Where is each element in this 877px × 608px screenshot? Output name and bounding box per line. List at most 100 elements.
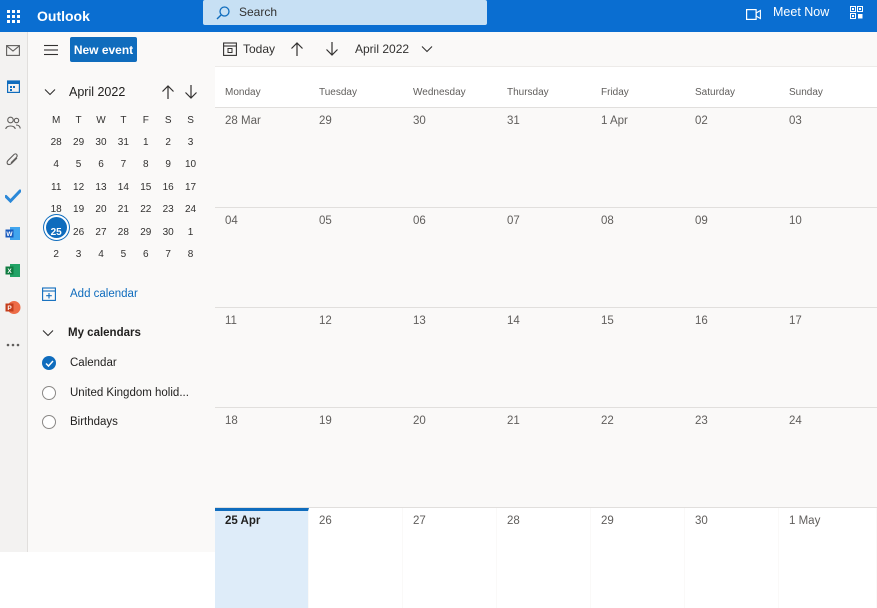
day-cell[interactable]: 30 (403, 108, 497, 208)
meet-now-button[interactable]: Meet Now (773, 5, 829, 19)
mini-calendar-day[interactable]: 5 (67, 159, 89, 170)
mini-calendar-day[interactable]: 16 (157, 182, 179, 193)
my-calendars-group[interactable]: My calendars (42, 324, 141, 342)
mini-calendar-day[interactable]: 1 (135, 137, 157, 148)
day-cell[interactable]: 18 (215, 408, 309, 508)
mini-calendar-day[interactable]: 28 (112, 227, 134, 238)
todo-icon[interactable] (4, 187, 22, 205)
mini-calendar-day[interactable]: 24 (179, 204, 201, 215)
mini-calendar-day[interactable]: 10 (179, 159, 201, 170)
mini-calendar-day[interactable]: 4 (45, 159, 67, 170)
mini-calendar-day[interactable]: 26 (67, 227, 89, 238)
search-box[interactable]: Search (203, 0, 487, 25)
day-cell-today[interactable]: 25 Apr (215, 508, 309, 608)
day-cell[interactable]: 20 (403, 408, 497, 508)
mini-calendar-day[interactable]: 20 (90, 204, 112, 215)
mini-calendar-day[interactable]: 7 (112, 159, 134, 170)
mini-calendar-day[interactable]: 12 (67, 182, 89, 193)
checked-circle-icon[interactable] (42, 356, 56, 370)
month-picker[interactable]: April 2022 (355, 42, 433, 56)
day-cell[interactable]: 04 (215, 208, 309, 308)
day-cell[interactable]: 13 (403, 308, 497, 408)
mini-calendar-day[interactable]: 31 (112, 137, 134, 148)
unchecked-circle-icon[interactable] (42, 386, 56, 400)
day-cell[interactable]: 09 (685, 208, 779, 308)
day-cell[interactable]: 17 (779, 308, 877, 408)
day-cell[interactable]: 07 (497, 208, 591, 308)
day-cell[interactable]: 10 (779, 208, 877, 308)
unchecked-circle-icon[interactable] (42, 415, 56, 429)
mini-calendar-day[interactable]: 17 (179, 182, 201, 193)
mini-calendar-day[interactable]: 29 (67, 137, 89, 148)
mini-calendar-month[interactable]: April 2022 (69, 85, 125, 99)
powerpoint-icon[interactable]: P (4, 298, 22, 316)
day-cell[interactable]: 12 (309, 308, 403, 408)
day-cell[interactable]: 31 (497, 108, 591, 208)
day-cell[interactable]: 28 (497, 508, 591, 608)
mini-calendar-day[interactable]: 22 (135, 204, 157, 215)
day-cell[interactable]: 03 (779, 108, 877, 208)
mini-calendar-day[interactable]: 21 (112, 204, 134, 215)
mini-calendar-day[interactable]: 2 (45, 249, 67, 260)
calendar-icon[interactable] (4, 77, 22, 95)
mini-calendar-day[interactable]: 14 (112, 182, 134, 193)
qr-code-icon[interactable] (850, 6, 863, 19)
mini-calendar-day[interactable]: 3 (67, 249, 89, 260)
mini-calendar-day[interactable]: 9 (157, 159, 179, 170)
arrow-down-icon[interactable] (184, 84, 198, 100)
mini-calendar-day[interactable]: 7 (157, 249, 179, 260)
mini-calendar-day[interactable]: 30 (90, 137, 112, 148)
excel-icon[interactable]: X (4, 261, 22, 279)
hamburger-menu-icon[interactable] (44, 44, 58, 56)
day-cell[interactable]: 11 (215, 308, 309, 408)
day-cell[interactable]: 23 (685, 408, 779, 508)
day-cell[interactable]: 24 (779, 408, 877, 508)
day-cell[interactable]: 19 (309, 408, 403, 508)
mini-calendar-day[interactable]: 29 (135, 227, 157, 238)
people-icon[interactable] (4, 114, 22, 132)
mini-calendar-today[interactable]: 25 (45, 216, 67, 238)
day-cell[interactable]: 30 (685, 508, 779, 608)
mini-calendar-day[interactable]: 5 (112, 249, 134, 260)
day-cell[interactable]: 21 (497, 408, 591, 508)
app-launcher-button[interactable] (0, 0, 26, 32)
day-cell[interactable]: 22 (591, 408, 685, 508)
word-icon[interactable]: W (4, 224, 22, 242)
day-cell[interactable]: 16 (685, 308, 779, 408)
day-cell[interactable]: 26 (309, 508, 403, 608)
mini-calendar-day[interactable]: 11 (45, 182, 67, 193)
day-cell[interactable]: 15 (591, 308, 685, 408)
day-cell[interactable]: 29 (591, 508, 685, 608)
day-cell[interactable]: 02 (685, 108, 779, 208)
day-cell[interactable]: 14 (497, 308, 591, 408)
new-event-button[interactable]: New event (70, 37, 137, 62)
mini-calendar-day[interactable]: 3 (179, 137, 201, 148)
day-cell[interactable]: 06 (403, 208, 497, 308)
day-cell[interactable]: 05 (309, 208, 403, 308)
arrow-down-icon[interactable] (325, 41, 339, 57)
calendar-item-calendar[interactable]: Calendar (42, 354, 117, 372)
mini-calendar-day[interactable]: 30 (157, 227, 179, 238)
mini-calendar-day[interactable]: 1 (179, 227, 201, 238)
search-input[interactable]: Search (239, 5, 277, 19)
arrow-up-icon[interactable] (161, 84, 175, 100)
day-cell[interactable]: 1 Apr (591, 108, 685, 208)
mail-icon[interactable] (4, 41, 22, 59)
mini-calendar-day[interactable]: 18 (45, 204, 67, 215)
mini-calendar-day[interactable]: 13 (90, 182, 112, 193)
mini-calendar-day[interactable]: 4 (90, 249, 112, 260)
calendar-item-birthdays[interactable]: Birthdays (42, 413, 118, 431)
more-apps-icon[interactable] (4, 336, 22, 354)
day-cell[interactable]: 29 (309, 108, 403, 208)
mini-calendar-day[interactable]: 6 (135, 249, 157, 260)
mini-calendar-day[interactable]: 15 (135, 182, 157, 193)
calendar-item-uk-holidays[interactable]: United Kingdom holid... (42, 384, 189, 402)
attach-icon[interactable] (4, 151, 22, 169)
mini-calendar-day[interactable]: 23 (157, 204, 179, 215)
mini-calendar-day[interactable]: 8 (179, 249, 201, 260)
day-cell[interactable]: 1 May (779, 508, 877, 608)
today-button[interactable]: Today (223, 42, 275, 56)
day-cell[interactable]: 28 Mar (215, 108, 309, 208)
mini-calendar-day[interactable]: 6 (90, 159, 112, 170)
day-cell[interactable]: 27 (403, 508, 497, 608)
